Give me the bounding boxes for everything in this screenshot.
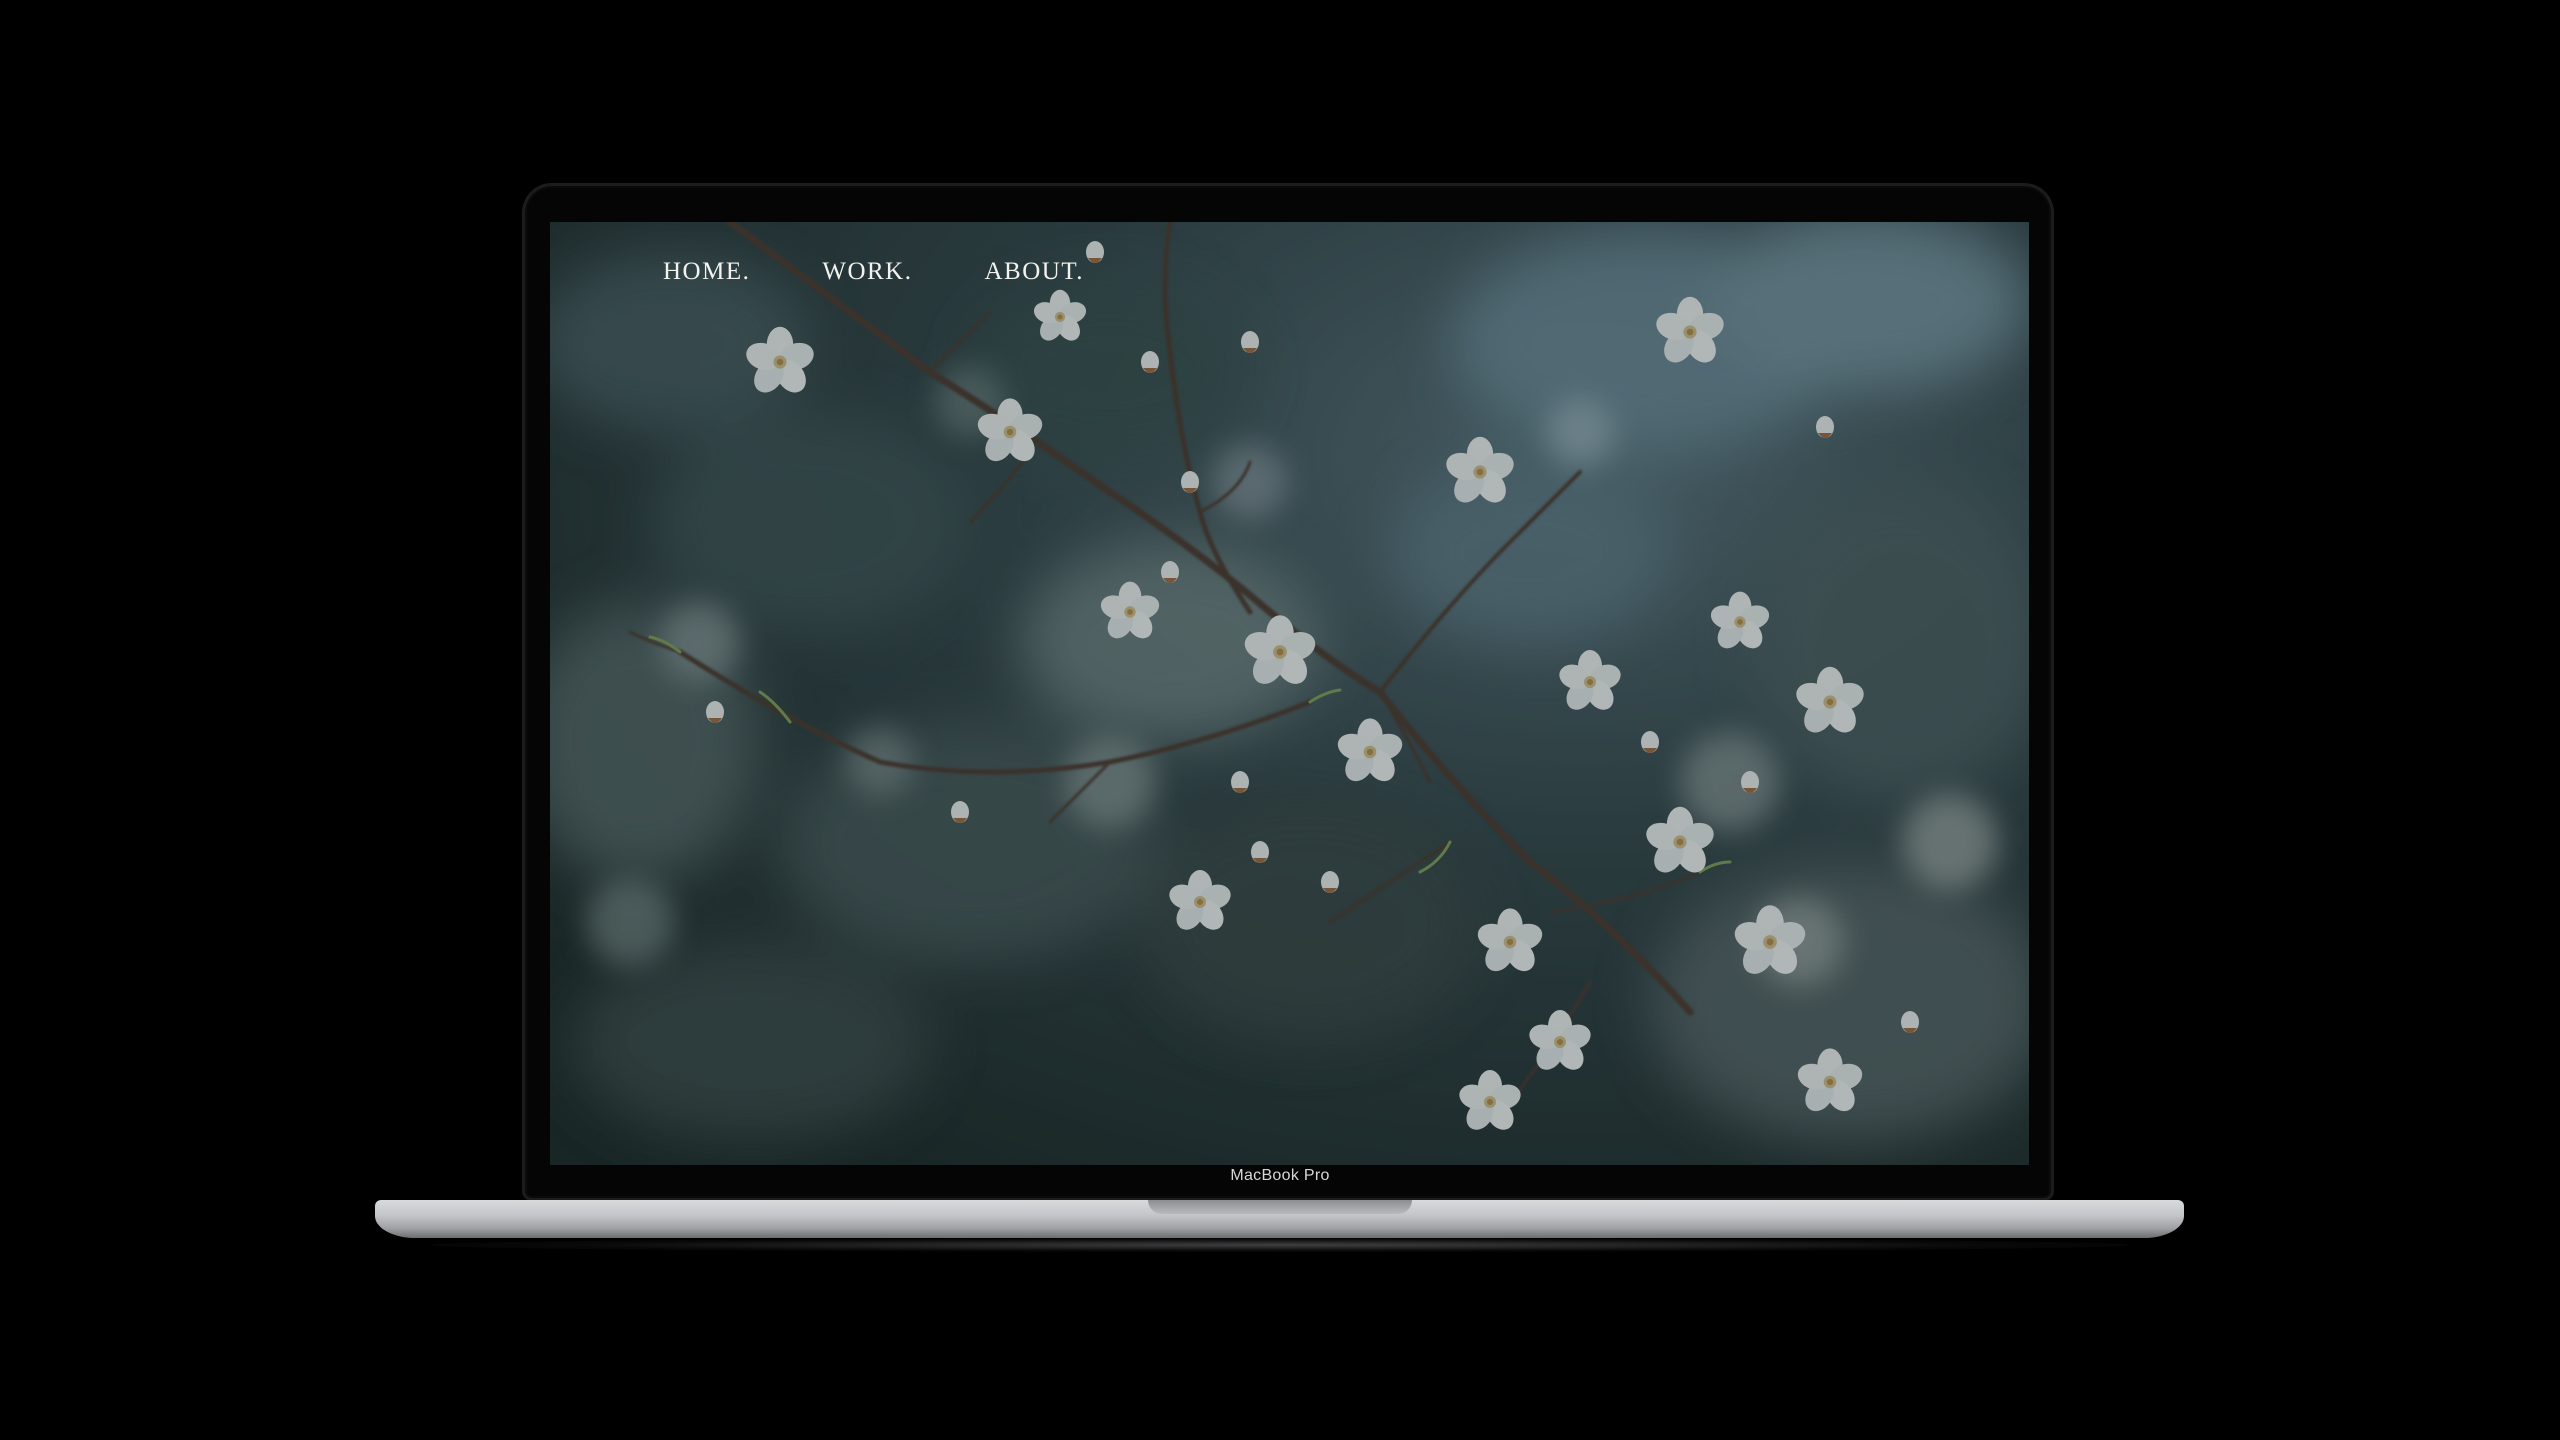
device-label: MacBook Pro [1230,1167,1330,1184]
nav-about-link[interactable]: ABOUT. [985,258,1085,286]
main-nav: HOME. WORK. ABOUT. [663,258,1084,286]
nav-home-link[interactable]: HOME. [663,258,750,286]
nav-work-link[interactable]: WORK. [822,258,912,286]
website-screen: HOME. WORK. ABOUT. [550,222,2029,1165]
laptop-notch [1148,1200,1412,1214]
mockup-stage: HOME. WORK. ABOUT. MacBook Pro [0,0,2560,1440]
blossom-branch-photo [550,222,2029,1165]
laptop-base-shadow [430,1238,2130,1252]
